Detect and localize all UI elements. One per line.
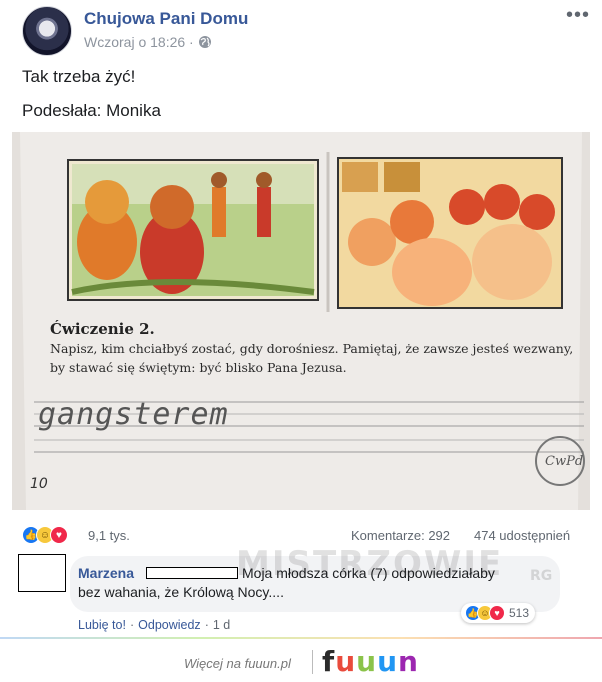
post-text-line: Podesłała: Monika: [22, 101, 161, 120]
comment-actions: Lubię to! · Odpowiedz · 1 d: [78, 618, 230, 632]
exercise-title: Ćwiczenie 2.: [50, 320, 155, 338]
brand-letter: u: [356, 645, 378, 678]
post-text: Tak trzeba żyć! Podesłała: Monika: [22, 66, 161, 120]
comment-reaction-count: 513: [509, 606, 530, 620]
shares-count[interactable]: 474 udostępnień: [474, 528, 570, 543]
handwritten-answer: gangsterem: [38, 397, 229, 432]
stamp-text: CwPd: [545, 454, 584, 469]
page-number: 10: [30, 476, 48, 492]
brand-logo[interactable]: fuuun: [322, 645, 419, 678]
globe-icon: [198, 36, 211, 48]
post-meta: Wczoraj o 18:26 ·: [84, 34, 212, 50]
brand-letter: n: [398, 645, 419, 678]
separator: ·: [129, 618, 135, 632]
stamp: CwPd: [535, 436, 585, 486]
watermark-tld: RG: [530, 568, 553, 584]
love-reaction-icon: ♥: [50, 526, 68, 544]
post-photo[interactable]: Ćwiczenie 2. Napisz, kim chciałbyś zosta…: [12, 132, 590, 510]
comment-text: bez wahania, że Królową Nocy....: [78, 584, 284, 600]
exercise-text: Napisz, kim chciałbyś zostać, gdy dorośn…: [50, 341, 574, 375]
brand-letter: f: [322, 645, 336, 678]
comment-text: Moja młodsza córka (7) odpowiedziałaby: [242, 565, 495, 581]
reaction-count[interactable]: 9,1 tys.: [88, 528, 130, 543]
footer-divider: [0, 637, 602, 639]
comment-like-link[interactable]: Lubię to!: [78, 618, 126, 632]
post-text-line: Tak trzeba żyć!: [22, 67, 136, 86]
brand-letter: u: [335, 645, 357, 678]
comment-reply-link[interactable]: Odpowiedz: [138, 618, 201, 632]
footer: Więcej na fuuun.pl fuuun: [0, 640, 602, 682]
more-options-icon[interactable]: •••: [566, 4, 590, 27]
post-author[interactable]: Chujowa Pani Domu: [84, 9, 248, 29]
censor-bar: [146, 567, 238, 579]
footer-text[interactable]: Więcej na fuuun.pl: [184, 656, 291, 671]
love-reaction-icon: ♥: [489, 605, 505, 621]
comment-avatar[interactable]: [18, 554, 66, 592]
reactions-bar: 👍 ☺ ♥ 9,1 tys. Komentarze: 292 474 udost…: [0, 522, 602, 550]
comment-reactions[interactable]: 👍 ☺ ♥ 513: [461, 603, 536, 623]
brand-letter: u: [377, 645, 398, 678]
separator: ·: [204, 618, 209, 632]
comment-author[interactable]: Marzena: [78, 565, 134, 581]
comments-count[interactable]: Komentarze: 292: [351, 528, 450, 543]
post-header: Chujowa Pani Domu Wczoraj o 18:26 · •••: [0, 0, 602, 62]
footer-separator: [312, 650, 313, 674]
comment-age[interactable]: 1 d: [213, 618, 230, 632]
reaction-icons[interactable]: 👍 ☺ ♥: [22, 526, 68, 544]
post-timestamp[interactable]: Wczoraj o 18:26 ·: [84, 34, 194, 50]
page-avatar[interactable]: [22, 6, 72, 56]
